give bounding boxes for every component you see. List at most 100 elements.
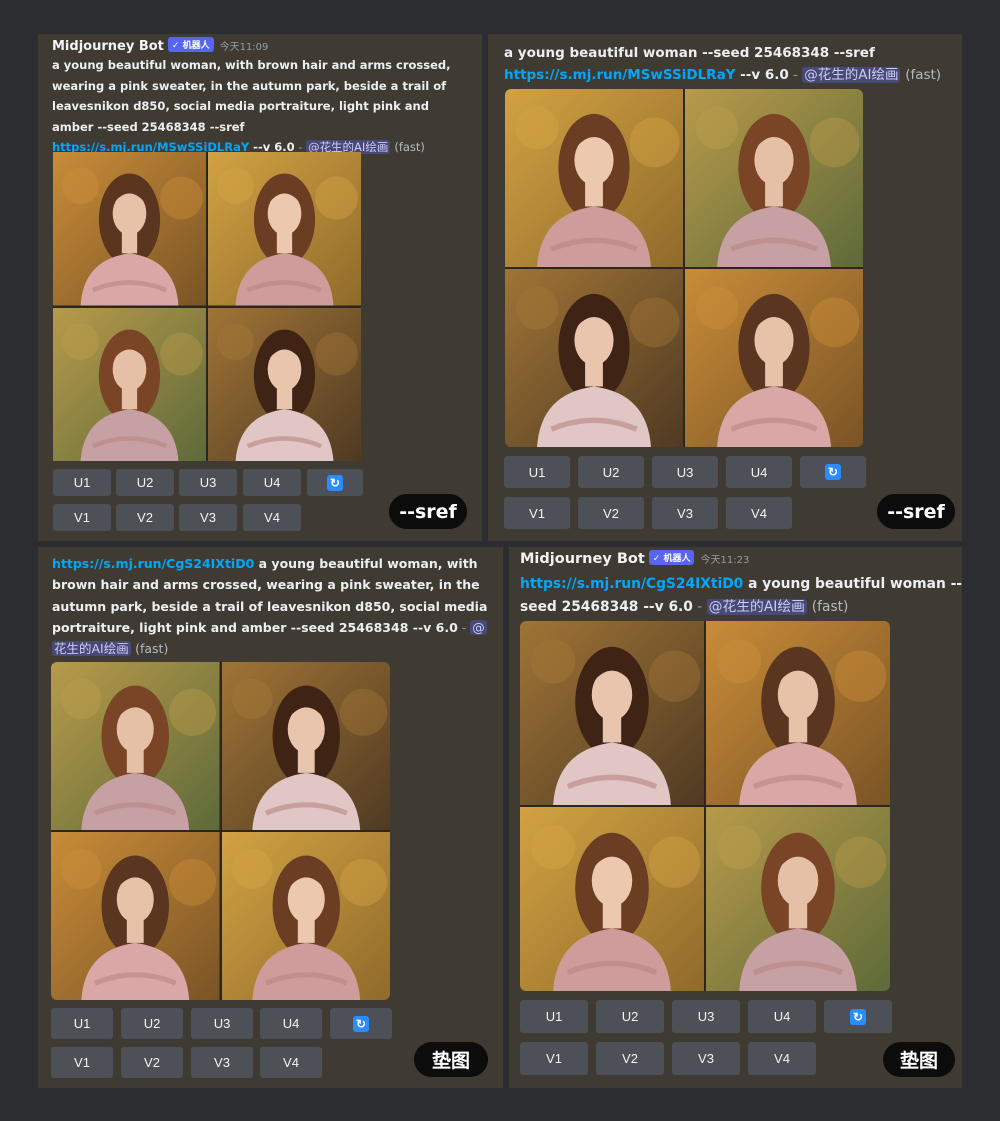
prompt-line: a young beautiful woman, with brown hair… [52, 58, 451, 72]
image-grid[interactable] [520, 621, 890, 991]
generated-image[interactable] [53, 307, 206, 461]
generated-image[interactable] [53, 152, 206, 306]
prompt-line: portraiture, light pink and amber --seed… [52, 617, 487, 638]
prompt-text: https://s.mj.run/CgS24IXtiD0 a young bea… [52, 553, 487, 659]
generated-image[interactable] [520, 807, 704, 991]
upscale-3-button[interactable]: U3 [652, 456, 718, 488]
prompt-line: 花生的AI绘画 (fast) [52, 638, 487, 659]
prompt-line: https://s.mj.run/MSwSSiDLRaY --v 6.0 - @… [504, 64, 941, 86]
variation-1-button[interactable]: V1 [520, 1042, 588, 1075]
user-mention[interactable]: @ [470, 619, 487, 635]
generated-image[interactable] [221, 832, 390, 1000]
image-link[interactable]: https://s.mj.run/CgS24IXtiD0 [52, 556, 254, 571]
upscale-3-button[interactable]: U3 [191, 1008, 253, 1039]
speed-label: (fast) [394, 140, 425, 154]
user-mention[interactable]: @花生的AI绘画 [706, 599, 807, 615]
generated-image[interactable] [706, 621, 890, 805]
prompt-line: brown hair and arms crossed, wearing a p… [52, 577, 480, 593]
variation-4-button[interactable]: V4 [748, 1042, 816, 1075]
generated-image[interactable] [685, 89, 863, 267]
generated-image[interactable] [51, 832, 220, 1000]
params-text: --v 6.0 [735, 67, 789, 83]
upscale-4-button[interactable]: U4 [748, 1000, 816, 1033]
generated-image[interactable] [221, 662, 390, 830]
bot-name[interactable]: Midjourney Bot [52, 39, 164, 54]
message-panel-2: a young beautiful woman --seed 25468348 … [488, 34, 962, 541]
upscale-1-button[interactable]: U1 [51, 1008, 113, 1039]
message-panel-3: https://s.mj.run/CgS24IXtiD0 a young bea… [38, 547, 503, 1088]
speed-label: (fast) [905, 67, 942, 83]
image-grid[interactable] [53, 152, 361, 461]
prompt-text: a young beautiful woman --seed 25468348 … [504, 42, 941, 86]
refresh-icon: ↻ [850, 1008, 866, 1025]
bot-name[interactable]: Midjourney Bot [520, 551, 645, 567]
message-panel-1: Midjourney Bot ✓ 机器人 今天11:09 a young beaut… [38, 34, 482, 541]
upscale-2-button[interactable]: U2 [578, 456, 644, 488]
upscale-3-button[interactable]: U3 [179, 469, 237, 496]
reroll-button[interactable]: ↻ [330, 1008, 392, 1039]
variation-2-button[interactable]: V2 [116, 504, 174, 531]
variation-2-button[interactable]: V2 [596, 1042, 664, 1075]
variation-2-button[interactable]: V2 [121, 1047, 183, 1078]
speed-label: (fast) [135, 641, 169, 657]
prompt-fragment: seed 25468348 --v 6.0 [520, 599, 693, 615]
variation-1-button[interactable]: V1 [504, 497, 570, 529]
generated-image[interactable] [208, 307, 361, 461]
generated-image[interactable] [208, 152, 361, 306]
variation-2-button[interactable]: V2 [578, 497, 644, 529]
variation-4-button[interactable]: V4 [726, 497, 792, 529]
generated-image[interactable] [51, 662, 220, 830]
upscale-3-button[interactable]: U3 [672, 1000, 740, 1033]
prompt-line: amber --seed 25468348 --sref [52, 119, 245, 134]
sref-tag: --sref [877, 494, 955, 529]
upscale-4-button[interactable]: U4 [260, 1008, 322, 1039]
separator: - [788, 67, 803, 83]
upscale-2-button[interactable]: U2 [116, 469, 174, 496]
image-link[interactable]: https://s.mj.run/CgS24IXtiD0 [520, 576, 743, 592]
prompt-fragment: a young beautiful woman, with [254, 556, 478, 571]
reroll-button[interactable]: ↻ [800, 456, 866, 488]
variation-3-button[interactable]: V3 [191, 1047, 253, 1078]
timestamp: 今天11:09 [219, 42, 269, 53]
prompt-text: https://s.mj.run/CgS24IXtiD0 a young bea… [520, 573, 962, 619]
upscale-1-button[interactable]: U1 [504, 456, 570, 488]
prompt-line: a young beautiful woman --seed 25468348 … [504, 45, 875, 61]
variation-3-button[interactable]: V3 [652, 497, 718, 529]
variation-1-button[interactable]: V1 [53, 504, 111, 531]
image-grid[interactable] [51, 662, 390, 1000]
generated-image[interactable] [685, 269, 863, 447]
prompt-line: https://s.mj.run/CgS24IXtiD0 a young bea… [520, 573, 962, 596]
reroll-button[interactable]: ↻ [307, 469, 363, 496]
separator: - [692, 599, 707, 615]
speed-label: (fast) [811, 599, 849, 615]
image-grid[interactable] [505, 89, 863, 447]
refresh-icon: ↻ [825, 464, 841, 480]
variation-4-button[interactable]: V4 [260, 1047, 322, 1078]
upscale-2-button[interactable]: U2 [596, 1000, 664, 1033]
prompt-line: leavesnikon d850, social media portraitu… [52, 99, 429, 113]
variation-4-button[interactable]: V4 [243, 504, 301, 531]
reference-image-tag: 垫图 [414, 1042, 488, 1077]
upscale-2-button[interactable]: U2 [121, 1008, 183, 1039]
user-mention[interactable]: @花生的AI绘画 [802, 67, 901, 83]
image-link[interactable]: https://s.mj.run/MSwSSiDLRaY [504, 67, 735, 83]
upscale-4-button[interactable]: U4 [726, 456, 792, 488]
variation-3-button[interactable]: V3 [179, 504, 237, 531]
user-mention[interactable]: 花生的AI绘画 [52, 641, 131, 657]
reroll-button[interactable]: ↻ [824, 1000, 892, 1033]
generated-image[interactable] [706, 807, 890, 991]
prompt-text: a young beautiful woman, with brown hair… [52, 55, 451, 158]
upscale-1-button[interactable]: U1 [520, 1000, 588, 1033]
prompt-line: https://s.mj.run/CgS24IXtiD0 a young bea… [52, 553, 487, 574]
generated-image[interactable] [520, 621, 704, 805]
variation-3-button[interactable]: V3 [672, 1042, 740, 1075]
message-panel-4: Midjourney Bot ✓ 机器人 今天11:23 https://s.mj.… [509, 547, 962, 1088]
upscale-4-button[interactable]: U4 [243, 469, 301, 496]
refresh-icon: ↻ [353, 1015, 369, 1032]
generated-image[interactable] [505, 89, 683, 267]
upscale-1-button[interactable]: U1 [53, 469, 111, 496]
bot-badge: ✓ 机器人 [167, 37, 214, 52]
generated-image[interactable] [505, 269, 683, 447]
variation-1-button[interactable]: V1 [51, 1047, 113, 1078]
prompt-fragment: portraiture, light pink and amber --seed… [52, 619, 458, 635]
